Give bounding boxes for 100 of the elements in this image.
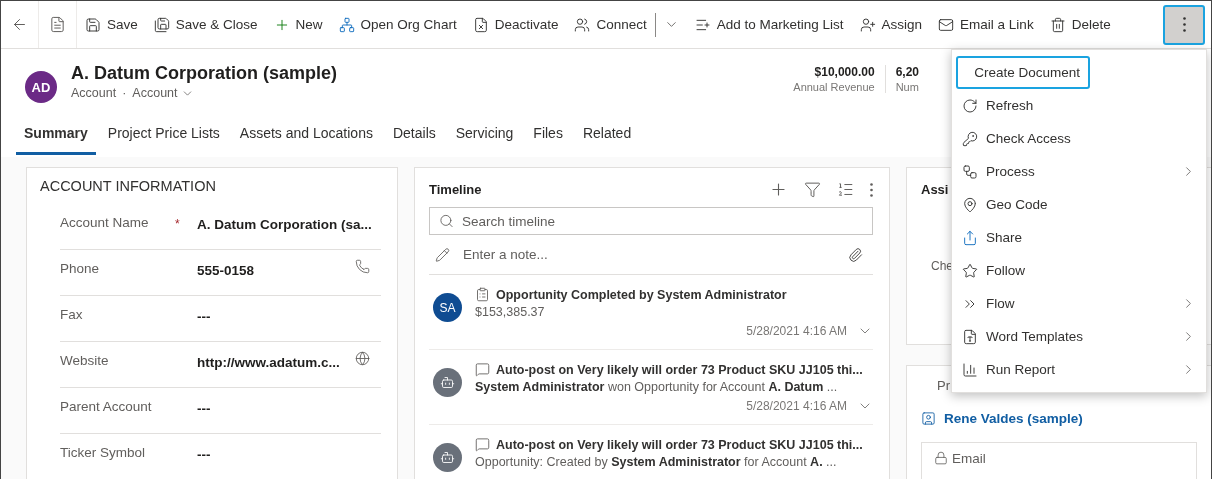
entry-text: System Administrator won Opportunity for Account A. Datum ... (475, 380, 839, 394)
toolbar-button[interactable]: Add to Marketing List (686, 6, 852, 43)
robot-icon (440, 375, 455, 390)
entry-title: Opportunity Completed by System Administrator (496, 287, 787, 302)
menu-item[interactable]: Create Document (956, 56, 1090, 89)
entry-date: 5/28/2021 4:16 AM (746, 399, 847, 413)
file-x-icon (472, 16, 489, 33)
menu-item[interactable]: Refresh (952, 89, 1206, 122)
field-label: Pr (936, 378, 951, 393)
timeline-title: Timeline (429, 182, 482, 197)
tab[interactable]: Files (525, 119, 571, 155)
field-label: Parent Account (60, 399, 153, 414)
toolbar-button[interactable]: Email a Link (930, 6, 1042, 43)
user-avatar: SA (433, 293, 462, 322)
entity-name: Account (71, 86, 117, 100)
toolbar-button[interactable]: Save (77, 6, 146, 43)
field-value[interactable]: --- (197, 443, 355, 462)
clipboard-icon (475, 287, 490, 302)
menu-item[interactable]: Run Report (952, 353, 1206, 386)
menu-item[interactable]: Word Templates (952, 320, 1206, 353)
menu-item[interactable]: Geo Code (952, 188, 1206, 221)
field-value[interactable]: http://www.adatum.c... (197, 351, 355, 370)
more-button[interactable] (870, 182, 873, 197)
tab[interactable]: Servicing (447, 119, 522, 155)
entry-text: Opportunity: Created by System Administrator for Account A. ... (475, 455, 838, 469)
field-label: Phone (60, 261, 101, 276)
record-avatar: AD (25, 71, 57, 103)
menu-item[interactable]: Flow (952, 287, 1206, 320)
more-button[interactable] (1163, 4, 1205, 45)
section-title: ACCOUNT INFORMATION (40, 178, 217, 194)
field-value[interactable]: A. Datum Corporation (sa... (197, 213, 372, 232)
entry-text: $153,385.37 (475, 305, 546, 319)
menu-item[interactable]: Follow (952, 254, 1206, 287)
network-icon (338, 16, 355, 33)
field-value[interactable]: 555-0158 (197, 259, 355, 278)
trash-icon (1049, 16, 1066, 33)
menu-item[interactable]: Check Access (952, 122, 1206, 155)
sort-icon (837, 181, 854, 198)
card-heading: Assi (921, 182, 950, 197)
mail-icon (938, 16, 955, 33)
form-selector[interactable]: Account (132, 86, 194, 100)
toolbar-button[interactable]: Deactivate (464, 6, 567, 43)
document-icon (49, 16, 66, 33)
robot-icon (440, 450, 455, 465)
toolbar-button[interactable]: Assign (851, 6, 931, 43)
chat-icon (475, 362, 490, 377)
search-field[interactable]: Search timeline (429, 207, 873, 235)
field-label: Fax (60, 307, 84, 322)
email-label: Email (952, 451, 986, 466)
stat-label: Annual Revenue (793, 81, 875, 93)
tab[interactable]: Assets and Locations (231, 119, 381, 155)
stat-label: Num (895, 81, 919, 93)
toolbar-button[interactable]: Connect (566, 6, 655, 43)
record-title: A. Datum Corporation (sample) (71, 62, 338, 85)
contact-icon (921, 411, 936, 426)
people-icon (574, 16, 591, 33)
star-icon (962, 262, 978, 279)
key-icon (962, 130, 978, 147)
globe-icon (355, 351, 370, 366)
toolbar-button[interactable]: Save & Close (145, 6, 266, 43)
stat-value: 6,20 (895, 65, 919, 79)
toolbar-button[interactable]: Open Org Chart (330, 6, 465, 43)
lock-icon (934, 451, 948, 465)
save-all-icon (153, 16, 170, 33)
filter-button[interactable] (804, 181, 821, 198)
field-label: Ticker Symbol (60, 445, 146, 460)
map-pin-icon (962, 196, 978, 213)
field-label: Account Name (60, 215, 150, 230)
more-icon (1182, 17, 1186, 32)
add-button[interactable] (769, 180, 788, 199)
tab[interactable]: Project Price Lists (99, 119, 228, 155)
process-icon (962, 163, 978, 180)
menu-item[interactable]: Process (952, 155, 1206, 188)
sort-button[interactable] (837, 181, 854, 198)
field-value[interactable]: --- (197, 397, 355, 416)
phone-icon (355, 259, 370, 274)
tab[interactable]: Details (384, 119, 444, 155)
field-label: Website (60, 353, 110, 368)
chart-icon (962, 361, 978, 378)
toolbar-button[interactable]: New (265, 6, 331, 43)
refresh-icon (962, 97, 978, 114)
tab[interactable]: Related (574, 119, 640, 155)
share-icon (962, 229, 978, 246)
contact-link[interactable]: Rene Valdes (sample) (921, 411, 1083, 426)
paperclip-icon (848, 247, 863, 263)
document-icon (962, 328, 978, 345)
search-icon (439, 213, 454, 229)
plus-icon (769, 180, 788, 199)
separator-dot: · (122, 86, 127, 100)
more-icon (870, 182, 873, 197)
field-value[interactable]: --- (197, 305, 355, 324)
filter-icon (804, 181, 821, 198)
toolbar-button[interactable]: Delete (1041, 6, 1119, 43)
menu-item[interactable]: Share (952, 221, 1206, 254)
entry-title: Auto-post on Very likely will order 73 Product SKU JJ105 thi... (496, 437, 863, 452)
entry-date: 5/28/2021 4:16 AM (746, 324, 847, 338)
person-plus-icon (859, 16, 876, 33)
stat-value: $10,000.00 (814, 65, 875, 79)
entry-title: Auto-post on Very likely will order 73 Product SKU JJ105 thi... (496, 362, 863, 377)
required-mark: * (175, 216, 180, 231)
